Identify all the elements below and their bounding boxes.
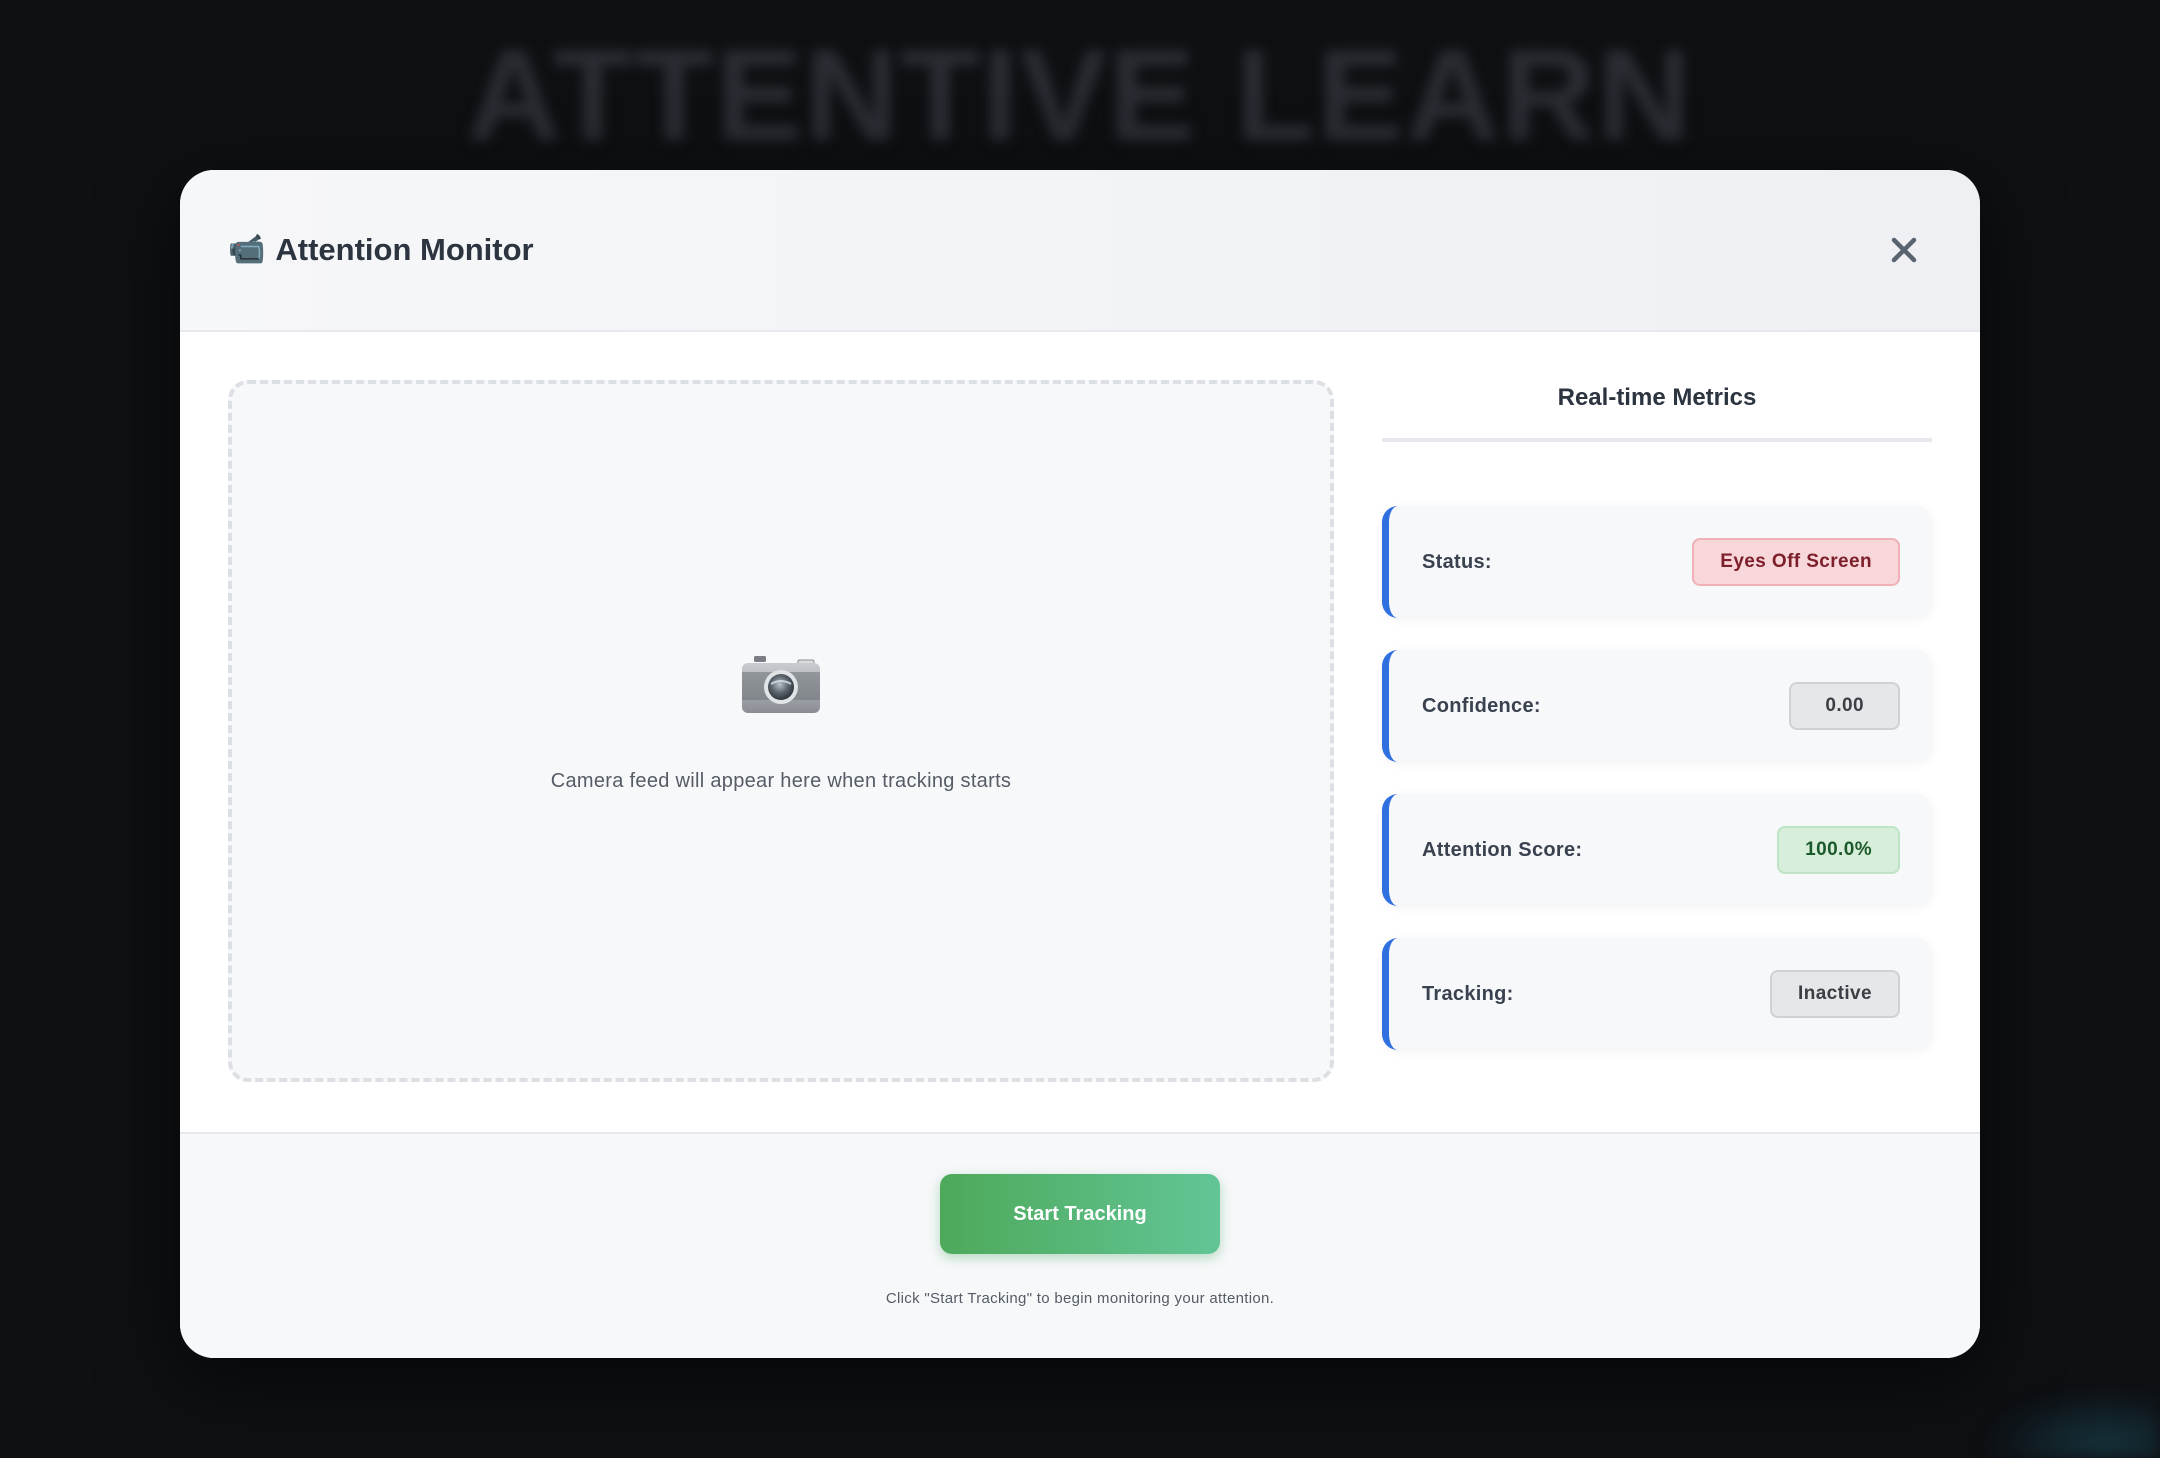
metric-status-card: Status: Eyes Off Screen (1382, 506, 1932, 618)
metrics-panel: Real-time Metrics Status: Eyes Off Scree… (1382, 380, 1932, 1132)
modal-body: Camera feed will appear here when tracki… (180, 332, 1980, 1132)
confidence-badge: 0.00 (1789, 682, 1900, 730)
start-tracking-button[interactable]: Start Tracking (940, 1174, 1220, 1254)
close-icon (1891, 237, 1917, 263)
attention-monitor-modal: 📹 Attention Monitor Camera feed will app… (180, 170, 1980, 1358)
metric-label: Attention Score: (1422, 838, 1583, 861)
modal-footer: Start Tracking Click "Start Tracking" to… (180, 1132, 1980, 1358)
close-button[interactable] (1884, 230, 1924, 270)
status-badge: Eyes Off Screen (1692, 538, 1900, 586)
tracking-badge: Inactive (1770, 970, 1900, 1018)
camera-icon (742, 655, 820, 713)
metric-tracking-card: Tracking: Inactive (1382, 938, 1932, 1050)
background-corner-glow (1980, 1388, 2160, 1458)
modal-header: 📹 Attention Monitor (180, 170, 1980, 332)
metric-label: Confidence: (1422, 694, 1541, 717)
attention-score-badge: 100.0% (1777, 826, 1900, 874)
footer-hint-text: Click "Start Tracking" to begin monitori… (885, 1290, 1275, 1307)
metric-label: Tracking: (1422, 982, 1514, 1005)
metric-confidence-card: Confidence: 0.00 (1382, 650, 1932, 762)
metrics-title: Real-time Metrics (1382, 380, 1932, 442)
background-app-title: ATTENTIVE LEARN (466, 22, 1694, 168)
video-camera-icon: 📹 (228, 233, 266, 266)
modal-title-group: 📹 Attention Monitor (228, 232, 534, 268)
camera-placeholder-text: Camera feed will appear here when tracki… (550, 769, 1012, 792)
metric-attention-score-card: Attention Score: 100.0% (1382, 794, 1932, 906)
camera-feed-area: Camera feed will appear here when tracki… (228, 380, 1334, 1082)
metric-label: Status: (1422, 550, 1492, 573)
modal-title: Attention Monitor (275, 232, 534, 267)
